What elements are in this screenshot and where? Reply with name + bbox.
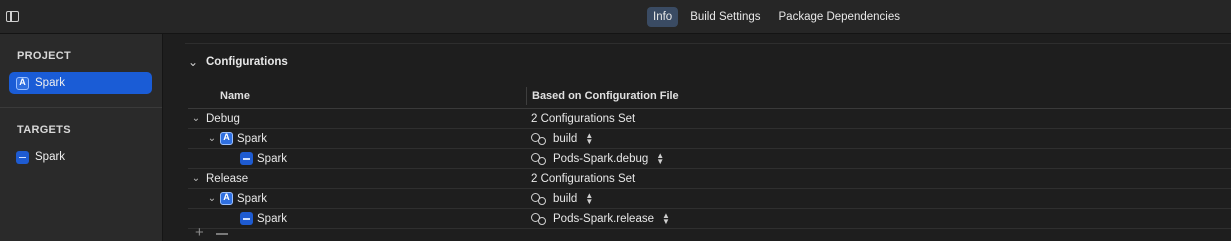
remove-configuration-button[interactable] [215, 233, 228, 235]
config-file: Pods-Spark.debug [553, 152, 649, 165]
tab-build-settings[interactable]: Build Settings [684, 7, 766, 27]
sidebar-divider [0, 107, 162, 108]
table-footer: + [195, 225, 228, 240]
project-section-title: PROJECT [17, 50, 72, 62]
column-separator [526, 87, 527, 105]
configurations-title: Configurations [206, 56, 288, 68]
chevron-down-icon[interactable]: ⌄ [206, 133, 218, 144]
config-name: Spark [257, 152, 288, 165]
section-divider [185, 43, 1231, 44]
chevron-down-icon[interactable]: ⌄ [190, 113, 202, 124]
sidebar-item-target-spark[interactable]: Spark [9, 146, 152, 168]
popup-stepper-icon[interactable]: ▲ ▼ [662, 211, 670, 225]
gears-icon [531, 152, 547, 165]
config-name: Release [206, 172, 249, 185]
sidebar-item-project-spark[interactable]: Spark [9, 72, 152, 94]
gears-icon [531, 132, 547, 145]
column-header-name: Name [220, 90, 250, 102]
targets-section-title: TARGETS [17, 124, 71, 136]
sidebar-toggle-icon[interactable] [6, 11, 19, 22]
gears-icon [531, 212, 547, 225]
config-file: build [553, 192, 578, 205]
config-file: Pods-Spark.release [553, 212, 654, 225]
chevron-down-icon[interactable]: ⌄ [206, 193, 218, 204]
table-row[interactable]: ⌄ Spark build ▲▼ [188, 189, 1231, 209]
table-row[interactable]: Spark Pods-Spark.debug ▲ ▼ [188, 149, 1231, 169]
sidebar: PROJECT Spark TARGETS Spark [0, 34, 163, 241]
popup-stepper-icon[interactable]: ▲ ▼ [585, 131, 593, 145]
add-configuration-button[interactable]: + [195, 225, 204, 240]
table-row[interactable]: ⌄ Release 2 Configurations Set [188, 169, 1231, 189]
app-project-icon [16, 76, 29, 90]
target-icon [16, 150, 29, 164]
table-row[interactable]: ⌄ Spark build ▲▼ [188, 129, 1231, 149]
app-project-icon [220, 132, 233, 145]
popup-stepper-icon[interactable]: ▲ ▼ [656, 151, 664, 165]
editor-tabs: Info Build Settings Package Dependencies [647, 7, 906, 27]
config-file: 2 Configurations Set [531, 112, 636, 125]
sidebar-item-label: Spark [35, 77, 66, 89]
config-name: Spark [237, 132, 268, 145]
tab-package-dependencies[interactable]: Package Dependencies [773, 7, 906, 27]
chevron-down-icon: ⌄ [188, 55, 199, 69]
config-name: Debug [206, 112, 240, 125]
config-name: Spark [237, 192, 268, 205]
configurations-table: Name Based on Configuration File ⌄ Debug… [188, 84, 1231, 229]
main-content: ⌄ Configurations Name Based on Configura… [163, 34, 1231, 241]
target-icon [240, 212, 253, 225]
config-file: 2 Configurations Set [531, 172, 636, 185]
app-project-icon [220, 192, 233, 205]
target-icon [240, 152, 253, 165]
config-name: Spark [257, 212, 288, 225]
table-row[interactable]: ⌄ Debug 2 Configurations Set [188, 109, 1231, 129]
popup-stepper-icon[interactable]: ▲ ▼ [585, 191, 593, 205]
table-header: Name Based on Configuration File [188, 84, 1231, 109]
configurations-disclosure[interactable]: ⌄ Configurations [188, 55, 288, 69]
column-header-file: Based on Configuration File [532, 90, 679, 102]
sidebar-item-label: Spark [35, 151, 66, 163]
table-row[interactable]: Spark Pods-Spark.release ▲ ▼ [188, 209, 1231, 229]
tab-info[interactable]: Info [647, 7, 679, 27]
chevron-down-icon[interactable]: ⌄ [190, 173, 202, 184]
gears-icon [531, 192, 547, 205]
config-file: build [553, 132, 578, 145]
toolbar: Info Build Settings Package Dependencies [0, 0, 1231, 34]
